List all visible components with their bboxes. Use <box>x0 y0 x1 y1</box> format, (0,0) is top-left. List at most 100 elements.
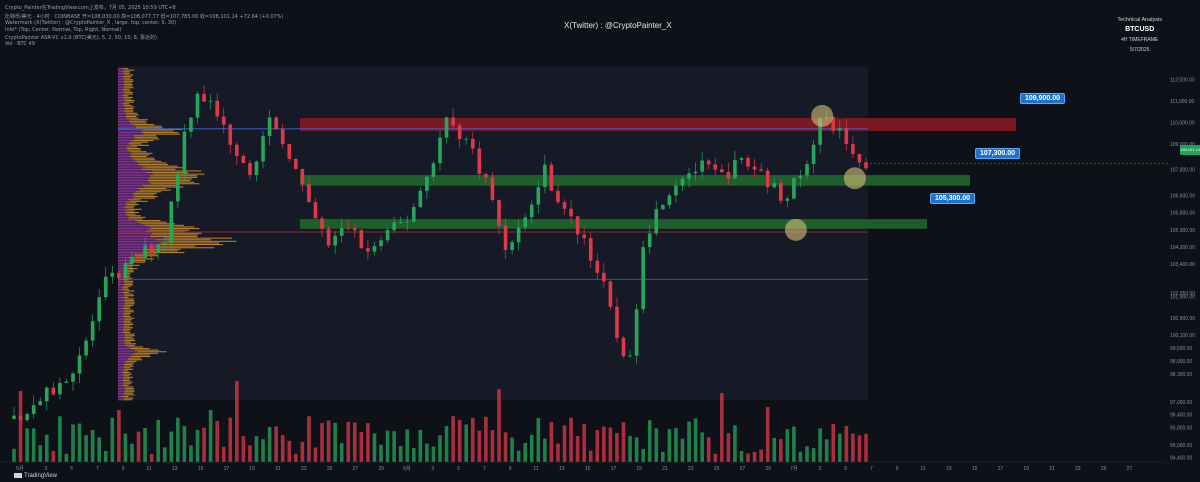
profile-bar-buy <box>118 376 125 378</box>
profile-bar-sell <box>159 242 220 244</box>
volume-bar <box>739 450 744 462</box>
candle-body <box>457 125 462 140</box>
profile-bar-buy <box>118 159 134 161</box>
profile-bar-sell <box>124 87 134 89</box>
profile-bar-sell <box>142 184 178 186</box>
volume-bar <box>490 430 495 462</box>
volume-bar <box>339 443 344 462</box>
profile-bar-buy <box>118 160 136 162</box>
candle-body <box>700 160 704 172</box>
profile-bar-buy <box>118 151 130 153</box>
x-tick-label: 15 <box>585 466 591 472</box>
indicator-info[interactable]: Info* (Top, Center, Normal, Top, Right, … <box>5 27 121 33</box>
profile-bar-sell <box>146 172 189 174</box>
candle-body <box>359 230 364 249</box>
x-tick-label: 13 <box>559 466 565 472</box>
volume-bar <box>759 449 763 462</box>
candle-body <box>64 381 69 383</box>
indicator-asr[interactable]: CryptoPainter ASR-VC v1.0 (BTC(美元), 5, 2… <box>5 34 157 41</box>
profile-bar-buy <box>118 218 129 220</box>
candle-body <box>51 387 56 395</box>
profile-bar-buy <box>118 82 124 84</box>
profile-bar-sell <box>128 346 143 348</box>
profile-bar-sell <box>133 192 157 194</box>
profile-bar-sell <box>123 383 132 385</box>
volume-bar <box>294 453 298 462</box>
profile-bar-buy <box>118 354 132 356</box>
x-tick-label: 15 <box>972 466 978 472</box>
profile-bar-buy <box>118 135 134 137</box>
tradingview-logo[interactable]: TradingView <box>14 472 57 479</box>
profile-bar-buy <box>118 298 125 300</box>
volume-bar <box>811 448 816 462</box>
volume-bar <box>615 433 619 462</box>
profile-bar-buy <box>118 127 137 129</box>
candle-body <box>307 184 311 203</box>
profile-bar-sell <box>135 220 161 222</box>
volume-bar <box>58 416 62 462</box>
y-tick-label: 110,000.00 <box>1170 120 1195 126</box>
volume-bar <box>706 437 711 462</box>
y-axis: 112,000.00111,000.00110,000.00109,000.00… <box>1170 77 1195 461</box>
profile-bar-sell <box>124 210 135 212</box>
profile-bar-buy <box>118 95 123 97</box>
price-chart[interactable]: 112,000.00111,000.00110,000.00109,000.00… <box>0 0 1200 482</box>
candle-body <box>510 242 514 250</box>
volume-bar <box>235 380 239 462</box>
indicator-volume[interactable]: Vol · BTC 49 <box>5 41 35 47</box>
candle-body <box>431 163 436 177</box>
profile-bar-buy <box>118 108 125 110</box>
profile-bar-sell <box>122 384 129 386</box>
profile-bar-sell <box>124 333 135 335</box>
profile-bar-sell <box>123 104 132 106</box>
volume-bar <box>189 445 193 462</box>
profile-bar-buy <box>118 178 149 180</box>
profile-bar-buy <box>118 328 124 330</box>
y-tick-label: 95,000.00 <box>1170 443 1192 449</box>
profile-bar-buy <box>118 116 126 118</box>
profile-bar-sell <box>124 309 134 311</box>
profile-bar-sell <box>132 124 155 126</box>
profile-bar-buy <box>118 221 138 223</box>
volume-bar <box>202 427 206 462</box>
x-tick-label: 29 <box>378 466 384 472</box>
volume-bar <box>398 446 403 462</box>
info-date: 5/7/2025 <box>1129 47 1150 53</box>
profile-bar-sell <box>123 325 131 327</box>
indicator-watermark[interactable]: Watermark (X(Twitter) : @CryptoPainter_X… <box>5 20 176 26</box>
profile-bar-buy <box>118 360 126 362</box>
volume-bar <box>720 393 724 462</box>
candle-body <box>549 164 554 191</box>
volume-bar <box>195 430 200 462</box>
x-tick-label: 11 <box>920 466 925 472</box>
profile-bar-sell <box>143 133 180 135</box>
candle-body <box>844 128 849 145</box>
profile-bar-buy <box>118 146 126 148</box>
volume-bar <box>379 444 383 462</box>
candle-body <box>543 164 547 188</box>
profile-bar-buy <box>118 130 141 132</box>
profile-bar-buy <box>118 106 125 108</box>
candle-body <box>759 169 763 171</box>
x-tick-label: 3 <box>44 466 47 472</box>
profile-bar-buy <box>118 319 124 321</box>
profile-bar-sell <box>150 234 198 236</box>
symbol-ohlc: 比特币/美元 · 4小时 · COINBASE 开=108,030.00 高=1… <box>5 14 284 20</box>
volume-bar <box>687 421 691 462</box>
profile-bar-sell <box>124 111 134 113</box>
volume-bar <box>457 419 462 462</box>
candle-body <box>706 160 711 165</box>
profile-bar-buy <box>118 370 123 372</box>
candle-body <box>44 387 49 402</box>
profile-bar-buy <box>118 183 152 185</box>
profile-bar-buy <box>118 168 142 170</box>
volume-bar <box>837 433 842 462</box>
profile-bar-sell <box>122 292 130 294</box>
candle-body <box>615 306 619 338</box>
profile-bar-buy <box>118 205 125 207</box>
profile-bar-buy <box>118 333 125 335</box>
profile-bar-sell <box>126 114 139 116</box>
volume-bar <box>726 433 731 462</box>
profile-bar-buy <box>118 300 125 302</box>
y-tick-label: 106,600.00 <box>1170 193 1195 199</box>
